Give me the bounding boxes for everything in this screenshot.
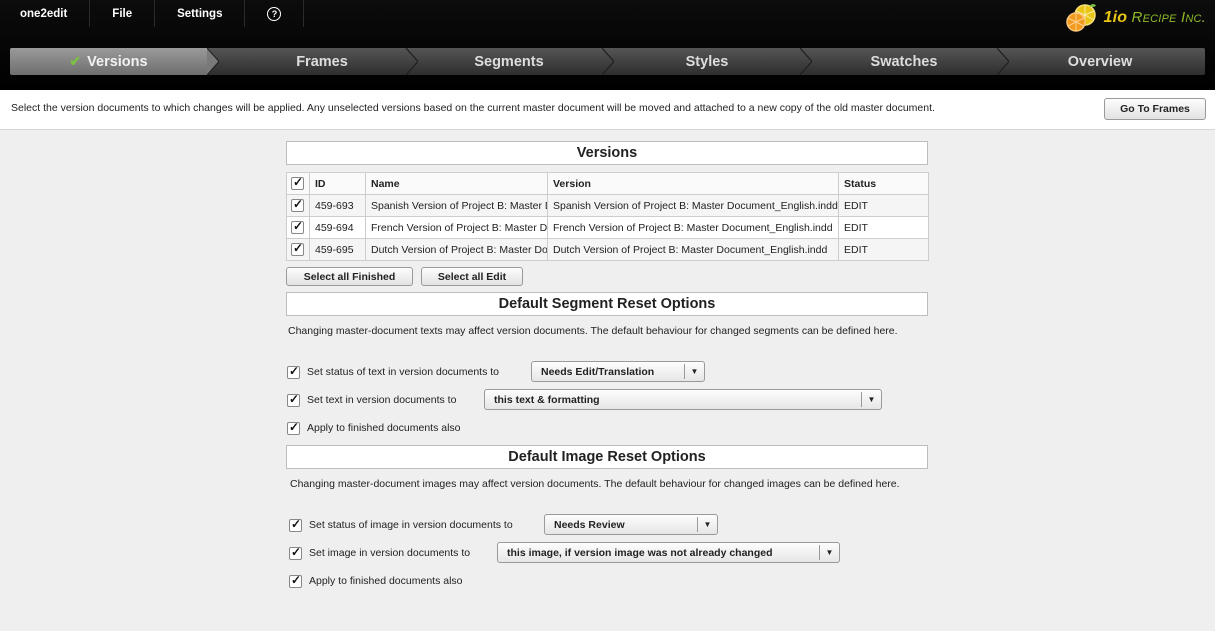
segment-status-checkbox[interactable] — [287, 364, 300, 379]
main-menu: one2edit File Settings ? — [0, 0, 305, 27]
step-separator — [997, 48, 1009, 75]
image-set-checkbox[interactable] — [289, 545, 302, 560]
logo-text: 1io Recipe Inc. — [1103, 9, 1206, 27]
image-reset-description: Changing master-document images may affe… — [290, 478, 900, 490]
table-row[interactable]: 459-694 French Version of Project B: Mas… — [286, 216, 929, 239]
cell-status: EDIT — [838, 238, 929, 261]
step-separator — [602, 48, 614, 75]
select-all-header[interactable] — [286, 172, 310, 195]
chevron-down-icon: ▼ — [697, 517, 717, 532]
chevron-down-icon: ▼ — [819, 545, 839, 560]
step-overview[interactable]: Overview — [1009, 48, 1191, 75]
segment-text-select[interactable]: this text & formatting ▼ — [484, 389, 882, 410]
table-row[interactable]: 459-695 Dutch Version of Project B: Mast… — [286, 238, 929, 261]
chevron-down-icon: ▼ — [861, 392, 881, 407]
step-separator — [406, 48, 418, 75]
column-header-name[interactable]: Name — [365, 172, 548, 195]
segment-text-option: Set text in version documents to — [287, 392, 456, 408]
info-text: Select the version documents to which ch… — [11, 102, 935, 114]
row-select-cell[interactable] — [286, 216, 310, 239]
cell-id: 459-694 — [309, 216, 366, 239]
info-bar: Select the version documents to which ch… — [0, 90, 1215, 130]
image-status-select[interactable]: Needs Review ▼ — [544, 514, 718, 535]
cell-id: 459-693 — [309, 194, 366, 217]
segment-finished-checkbox[interactable] — [287, 420, 300, 435]
select-all-checkbox[interactable] — [291, 175, 304, 190]
versions-table: ID Name Version Status 459-693 Spanish V… — [286, 172, 929, 261]
logo-brand-rest: Recipe Inc. — [1127, 9, 1206, 26]
segment-reset-description: Changing master-document texts may affec… — [288, 325, 898, 337]
row-checkbox[interactable] — [291, 241, 304, 256]
row-checkbox[interactable] — [291, 219, 304, 234]
cell-status: EDIT — [838, 216, 929, 239]
menu-file[interactable]: File — [90, 0, 156, 27]
company-logo: 1io Recipe Inc. — [1065, 3, 1206, 33]
image-status-value: Needs Review — [554, 518, 625, 531]
cell-name: Spanish Version of Project B: Master Doc… — [365, 194, 548, 217]
help-icon: ? — [267, 6, 282, 21]
check-icon: ✔ — [69, 53, 82, 69]
chevron-down-icon: ▼ — [684, 364, 704, 379]
image-reset-title: Default Image Reset Options — [286, 445, 928, 469]
image-finished-checkbox[interactable] — [289, 573, 302, 588]
segment-text-label: Set text in version documents to — [307, 394, 457, 406]
segment-text-checkbox[interactable] — [287, 392, 300, 407]
table-row[interactable]: 459-693 Spanish Version of Project B: Ma… — [286, 194, 929, 217]
segment-reset-title: Default Segment Reset Options — [286, 292, 928, 316]
step-frames[interactable]: Frames — [220, 48, 424, 75]
image-set-label: Set image in version documents to — [309, 547, 471, 559]
orange-slices-logo-icon — [1066, 4, 1097, 32]
cell-name: French Version of Project B: Master Docu… — [365, 216, 548, 239]
column-header-version[interactable]: Version — [547, 172, 839, 195]
image-set-select[interactable]: this image, if version image was not alr… — [497, 542, 840, 563]
segment-status-select[interactable]: Needs Edit/Translation ▼ — [531, 361, 705, 382]
step-separator — [207, 48, 219, 75]
cell-version: French Version of Project B: Master Docu… — [547, 216, 839, 239]
segment-status-value: Needs Edit/Translation — [541, 365, 655, 378]
cell-version: Dutch Version of Project B: Master Docum… — [547, 238, 839, 261]
select-all-finished-button[interactable]: Select all Finished — [286, 267, 413, 286]
image-finished-label: Apply to finished documents also — [309, 575, 463, 587]
table-header-row: ID Name Version Status — [286, 172, 929, 195]
menu-help[interactable]: ? — [245, 0, 305, 27]
cell-id: 459-695 — [309, 238, 366, 261]
cell-version: Spanish Version of Project B: Master Doc… — [547, 194, 839, 217]
menu-app[interactable]: one2edit — [0, 0, 91, 27]
step-styles[interactable]: Styles — [614, 48, 800, 75]
step-segments[interactable]: Segments — [418, 48, 600, 75]
logo-brand-main: 1io — [1103, 9, 1128, 26]
cell-status: EDIT — [838, 194, 929, 217]
image-set-value: this image, if version image was not alr… — [507, 546, 773, 559]
segment-status-label: Set status of text in version documents … — [307, 366, 500, 378]
row-select-cell[interactable] — [286, 238, 310, 261]
image-status-option: Set status of image in version documents… — [289, 517, 513, 533]
image-status-label: Set status of image in version documents… — [309, 519, 513, 531]
go-to-frames-button[interactable]: Go To Frames — [1104, 98, 1206, 120]
column-header-id[interactable]: ID — [309, 172, 366, 195]
cell-name: Dutch Version of Project B: Master Docum… — [365, 238, 548, 261]
segment-status-option: Set status of text in version documents … — [287, 364, 499, 380]
step-versions[interactable]: ✔ Versions — [10, 48, 207, 75]
top-bar: one2edit File Settings ? 1io Recipe Inc.… — [0, 0, 1215, 90]
segment-text-value: this text & formatting — [494, 393, 600, 406]
image-finished-option: Apply to finished documents also — [289, 573, 463, 589]
step-separator — [800, 48, 812, 75]
image-status-checkbox[interactable] — [289, 517, 302, 532]
segment-finished-label: Apply to finished documents also — [307, 422, 461, 434]
step-label: Versions — [87, 53, 148, 70]
workflow-steps: ✔ Versions Frames Segments Styles Swatch… — [10, 48, 1205, 75]
step-swatches[interactable]: Swatches — [812, 48, 996, 75]
versions-title: Versions — [286, 141, 928, 165]
segment-finished-option: Apply to finished documents also — [287, 420, 461, 436]
column-header-status[interactable]: Status — [838, 172, 929, 195]
menu-settings[interactable]: Settings — [155, 0, 246, 27]
row-select-cell[interactable] — [286, 194, 310, 217]
row-checkbox[interactable] — [291, 197, 304, 212]
image-set-option: Set image in version documents to — [289, 545, 470, 561]
select-all-edit-button[interactable]: Select all Edit — [421, 267, 523, 286]
